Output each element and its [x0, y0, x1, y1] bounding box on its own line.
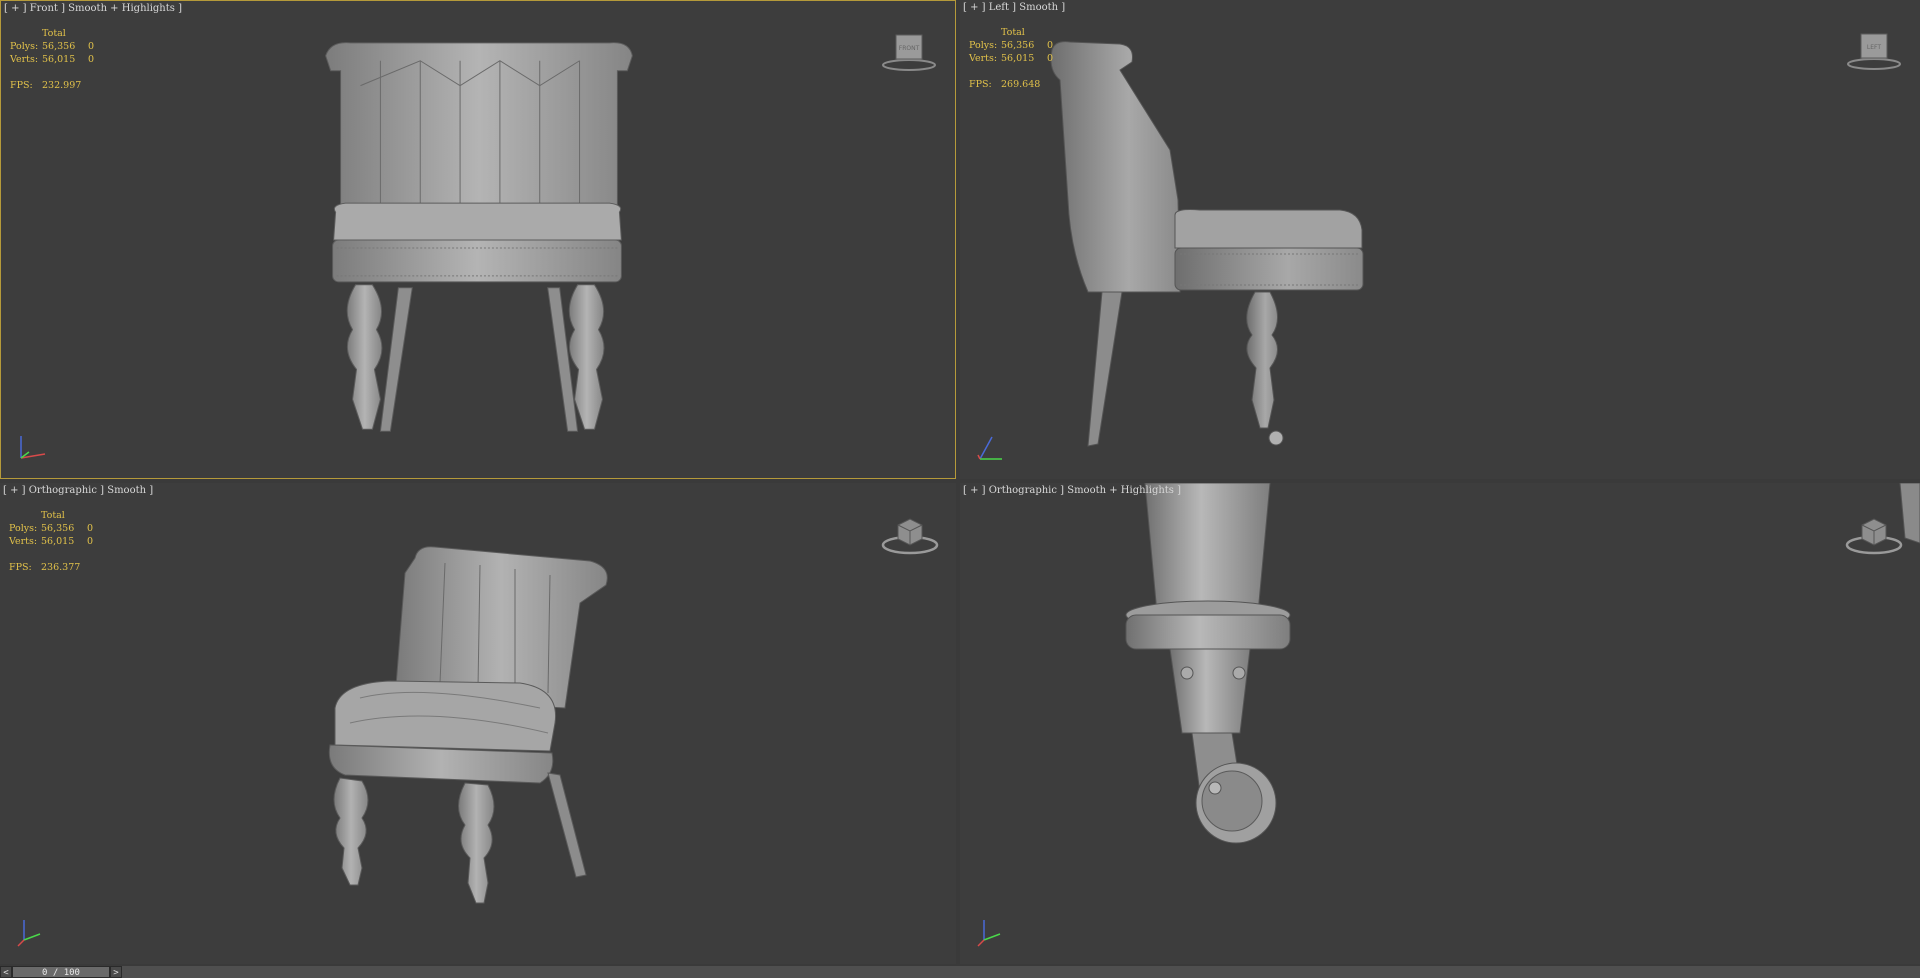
axis-tripod-icon: [20, 436, 46, 459]
fps-value: 236.377: [41, 562, 81, 573]
verts-selected: 0: [1047, 53, 1054, 64]
fps-label: FPS:: [9, 562, 32, 573]
viewcube-face-label: LEFT: [1867, 44, 1881, 51]
polys-label: Polys:: [10, 41, 39, 52]
fps-value: 232.997: [42, 80, 82, 91]
verts-label: Verts:: [969, 53, 998, 64]
max-viewport-layout: [ + ] Front ] Smooth + Highlights ] Tota…: [0, 0, 1920, 978]
time-slider-thumb[interactable]: 0 / 100: [12, 966, 110, 978]
viewcube-icon[interactable]: [1844, 509, 1904, 555]
viewcube-face-label: FRONT: [899, 45, 920, 52]
viewcube-icon[interactable]: [880, 509, 940, 555]
chair-side-model: [1050, 41, 1364, 447]
verts-label: Verts:: [9, 536, 38, 547]
stats-overlay: Total Polys: 56,356 0 Verts: 56,015 0 FPS: 26…: [969, 26, 1053, 91]
caster-wheel-model: [1125, 483, 1920, 844]
next-frame-button[interactable]: >: [110, 966, 122, 978]
axis-tripod-icon: [17, 920, 41, 947]
fps-label: FPS:: [969, 79, 992, 90]
axis-tripod-icon: [977, 920, 1001, 947]
verts-value: 56,015: [41, 536, 75, 547]
verts-selected: 0: [87, 536, 94, 547]
viewport-label[interactable]: [ + ] Orthographic ] Smooth + Highlights…: [963, 485, 1181, 496]
polys-value: 56,356: [41, 523, 75, 534]
polys-value: 56,356: [1001, 40, 1035, 51]
verts-value: 56,015: [42, 54, 76, 65]
chair-perspective-model: [328, 546, 608, 904]
stats-total: Total: [41, 510, 65, 521]
chair-front-model: [325, 42, 633, 432]
fps-label: FPS:: [10, 80, 33, 91]
fps-value: 269.648: [1001, 79, 1041, 90]
viewport-label[interactable]: [ + ] Left ] Smooth ]: [963, 2, 1065, 13]
stats-overlay: Total Polys: 56,356 0 Verts: 56,015 0 FPS: 23…: [9, 509, 93, 574]
polys-value: 56,356: [42, 41, 76, 52]
viewport-label[interactable]: [ + ] Orthographic ] Smooth ]: [3, 485, 153, 496]
prev-frame-button[interactable]: <: [0, 966, 12, 978]
viewport-left[interactable]: [ + ] Left ] Smooth ] Total Polys: 56,356…: [960, 0, 1920, 479]
polys-selected: 0: [87, 523, 94, 534]
viewport-front[interactable]: [ + ] Front ] Smooth + Highlights ] Tota…: [0, 0, 956, 479]
stats-total: Total: [1001, 27, 1025, 38]
polys-label: Polys:: [9, 523, 38, 534]
polys-selected: 0: [88, 41, 95, 52]
verts-selected: 0: [88, 54, 95, 65]
axis-tripod-icon: [977, 436, 1002, 460]
time-slider-track[interactable]: [122, 966, 1920, 978]
viewcube-icon[interactable]: FRONT: [879, 27, 939, 73]
verts-label: Verts:: [10, 54, 39, 65]
polys-selected: 0: [1047, 40, 1054, 51]
viewport-detail[interactable]: [ + ] Orthographic ] Smooth + Highlights…: [960, 483, 1920, 964]
stats-total: Total: [42, 28, 66, 39]
viewport-orthographic[interactable]: [ + ] Orthographic ] Smooth ] Total Poly…: [0, 483, 956, 964]
polys-label: Polys:: [969, 40, 998, 51]
stats-overlay: Total Polys: 56,356 0 Verts: 56,015 0 FPS: 23…: [10, 27, 94, 92]
verts-value: 56,015: [1001, 53, 1035, 64]
viewport-label[interactable]: [ + ] Front ] Smooth + Highlights ]: [4, 3, 182, 14]
viewcube-icon[interactable]: LEFT: [1844, 26, 1904, 72]
time-slider-bar: < 0 / 100 >: [0, 966, 1920, 978]
